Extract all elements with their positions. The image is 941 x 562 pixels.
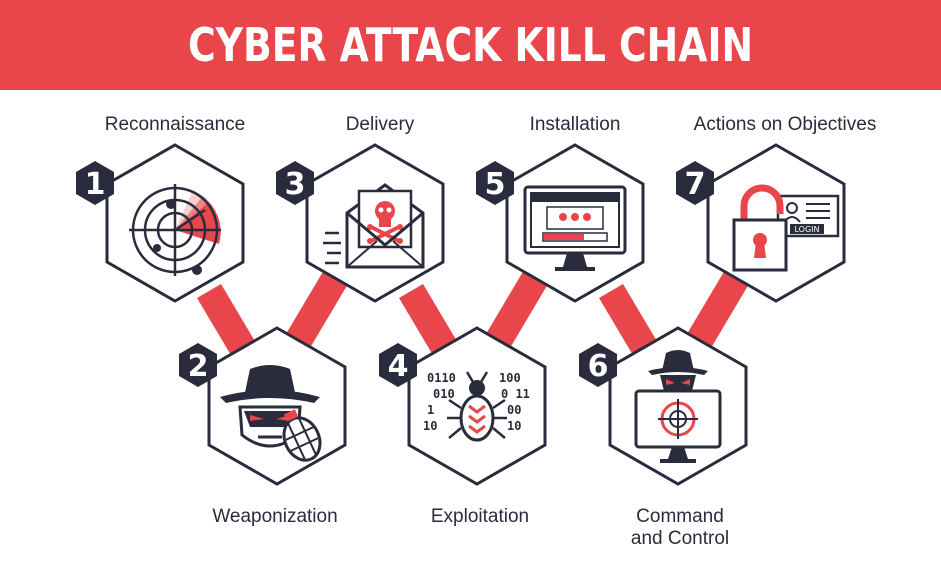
binary-right-3: 00 (507, 403, 521, 417)
label-command-line1: Command (636, 506, 724, 527)
binary-right-4: 10 (507, 419, 521, 433)
badge-6-number: 6 (588, 349, 609, 384)
label-command-and-control: Command and Control (600, 506, 760, 550)
kill-chain-diagram: 1 2 3 4 5 6 7 0110 010 1 10 100 0 11 00 … (76, 143, 846, 486)
badge-2-number: 2 (188, 349, 209, 384)
binary-left-3: 1 (427, 403, 434, 417)
binary-right-2: 0 11 (501, 387, 530, 401)
badge-5-number: 5 (485, 167, 506, 202)
label-command-line2: and Control (630, 528, 730, 549)
badge-3-number: 3 (285, 167, 306, 202)
label-delivery: Delivery (345, 114, 415, 135)
label-actions-on-objectives: Actions on Objectives (693, 114, 877, 135)
badge-4-number: 4 (388, 349, 409, 384)
binary-left-1: 0110 (427, 371, 456, 385)
label-weaponization: Weaponization (212, 506, 338, 527)
binary-left-2: 010 (433, 387, 455, 401)
badge-1-number: 1 (85, 167, 106, 202)
binary-left-4: 10 (423, 419, 437, 433)
label-reconnaissance: Reconnaissance (104, 114, 246, 135)
label-installation: Installation (529, 114, 621, 135)
login-text: LOGIN (794, 225, 819, 234)
badge-7-number: 7 (685, 167, 706, 202)
label-exploitation: Exploitation (430, 506, 530, 527)
binary-right-1: 100 (499, 371, 521, 385)
